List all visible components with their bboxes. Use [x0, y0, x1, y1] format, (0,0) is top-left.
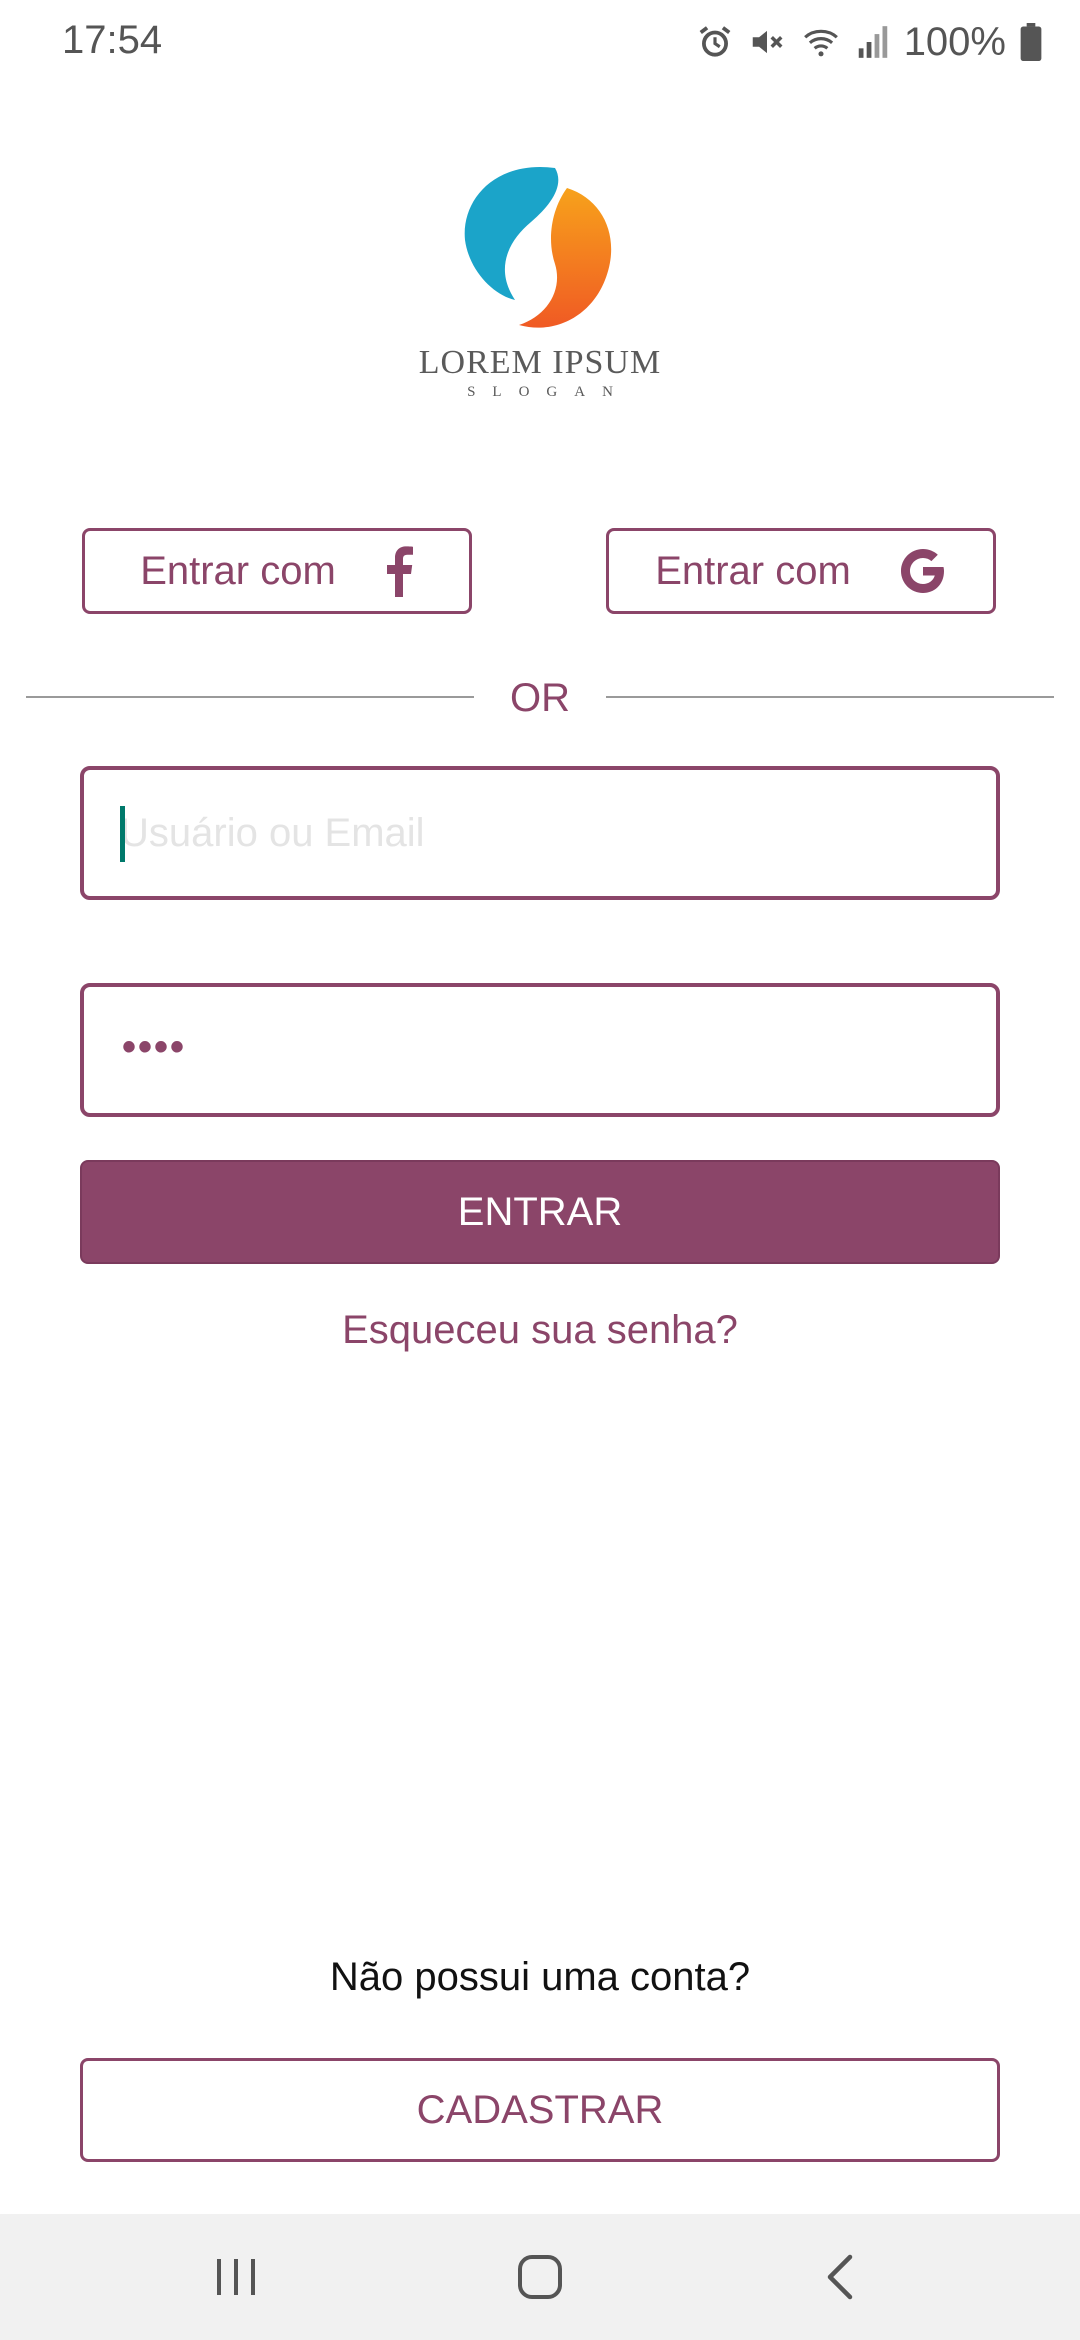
facebook-icon	[384, 545, 414, 597]
signup-prompt: Não possui uma conta?	[329, 1955, 751, 1999]
system-nav-bar	[0, 2214, 1080, 2340]
back-button[interactable]	[740, 2214, 940, 2340]
home-button[interactable]	[440, 2214, 640, 2340]
recents-button[interactable]	[136, 2214, 336, 2340]
alarm-icon	[696, 23, 734, 61]
app-logo: LOREM IPSUM SLOGAN	[0, 160, 1080, 401]
google-icon	[899, 547, 947, 595]
facebook-login-button[interactable]: Entrar com	[82, 528, 472, 614]
or-divider-label: OR	[510, 676, 570, 720]
logo-slogan: SLOGAN	[467, 384, 630, 400]
logo-mark-icon	[464, 166, 612, 328]
facebook-login-label: Entrar com	[140, 548, 336, 593]
wifi-icon	[800, 23, 842, 61]
back-icon	[827, 2254, 853, 2300]
password-masked-value: ••••	[122, 1025, 187, 1069]
text-cursor	[120, 806, 125, 862]
google-login-button[interactable]: Entrar com	[606, 528, 996, 614]
logo-name: LOREM IPSUM	[418, 344, 662, 381]
google-login-label: Entrar com	[655, 548, 851, 593]
status-icons: 100%	[696, 16, 1042, 68]
password-field[interactable]: ••••	[80, 983, 1000, 1117]
forgot-password-link[interactable]: Esqueceu sua senha?	[0, 1308, 1080, 1353]
signup-button[interactable]: CADASTRAR	[80, 2058, 1000, 2162]
status-time: 17:54	[62, 18, 163, 62]
battery-percent: 100%	[903, 19, 1006, 64]
username-field[interactable]	[80, 766, 1000, 900]
divider-line-right	[606, 696, 1054, 698]
recents-icon	[217, 2259, 255, 2295]
home-icon	[518, 2255, 562, 2299]
mute-icon	[748, 23, 786, 61]
login-button[interactable]: ENTRAR	[80, 1160, 1000, 1264]
username-input[interactable]	[120, 770, 960, 896]
signal-icon	[856, 23, 890, 61]
battery-icon	[1020, 23, 1042, 61]
